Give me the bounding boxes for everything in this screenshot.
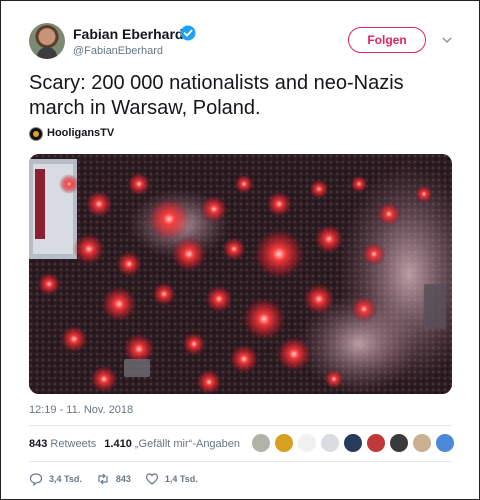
crowd-flares-image — [29, 154, 452, 394]
tweet-timestamp[interactable]: 12:19 - 11. Nov. 2018 — [29, 404, 133, 416]
divider — [29, 461, 452, 462]
verified-badge-icon — [180, 25, 196, 41]
retweets-stat[interactable]: 843 Retweets — [29, 438, 96, 450]
follow-button[interactable]: Folgen — [348, 27, 426, 53]
like-action[interactable]: 1,4 Tsd. — [145, 472, 198, 486]
liker-avatar[interactable] — [274, 433, 294, 453]
engagement-stats: 843 Retweets 1.410 „Gefällt mir“-Angaben — [29, 438, 240, 450]
retweet-count: 843 — [115, 474, 131, 484]
reply-icon — [29, 473, 43, 486]
chevron-down-icon[interactable] — [441, 34, 453, 46]
reply-action[interactable]: 3,4 Tsd. — [29, 472, 82, 486]
liker-avatar[interactable] — [320, 433, 340, 453]
tweet-text-line-2: march in Warsaw, Poland. — [29, 97, 261, 119]
liker-avatar[interactable] — [366, 433, 386, 453]
source-logo-icon[interactable] — [29, 127, 43, 141]
liker-avatar[interactable] — [412, 433, 432, 453]
avatar[interactable] — [29, 23, 65, 59]
divider — [29, 425, 452, 426]
tweet-text-line-1: Scary: 200 000 nationalists and neo-Nazi… — [29, 72, 404, 94]
tweet-video[interactable] — [29, 154, 452, 394]
reply-count: 3,4 Tsd. — [49, 474, 82, 484]
liker-avatar[interactable] — [389, 433, 409, 453]
liker-avatar[interactable] — [435, 433, 455, 453]
retweet-icon — [98, 473, 108, 485]
like-count: 1,4 Tsd. — [164, 474, 198, 484]
tweet-card: Fabian Eberhard @FabianEberhard Folgen S… — [0, 0, 480, 500]
liker-avatar[interactable] — [343, 433, 363, 453]
retweet-action[interactable]: 843 — [96, 472, 131, 486]
source-name[interactable]: HooligansTV — [47, 127, 114, 139]
user-handle[interactable]: @FabianEberhard — [73, 45, 163, 57]
user-name[interactable]: Fabian Eberhard — [73, 26, 183, 42]
tweet-text: Scary: 200 000 nationalists and neo-Nazi… — [29, 71, 449, 121]
heart-icon — [145, 473, 158, 485]
tweet-actions: 3,4 Tsd. 843 1,4 Tsd. — [29, 472, 212, 486]
likes-stat[interactable]: 1.410 „Gefällt mir“-Angaben — [104, 438, 240, 450]
liker-avatar[interactable] — [297, 433, 317, 453]
liker-avatars — [251, 433, 455, 453]
liker-avatar[interactable] — [251, 433, 271, 453]
